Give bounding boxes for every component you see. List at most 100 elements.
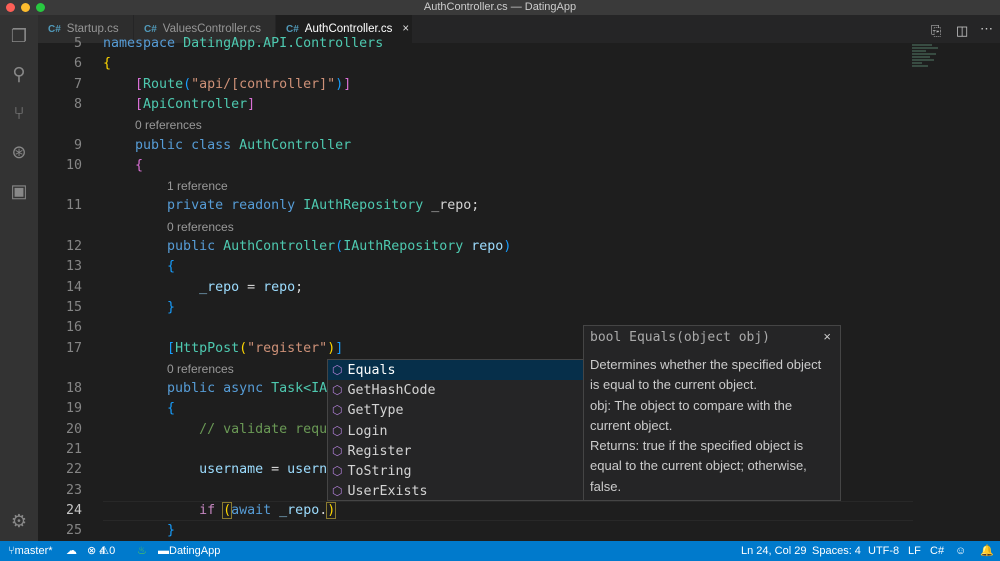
gear-icon[interactable]: ⚙ <box>8 510 30 532</box>
code-line[interactable]: 14 _repo = repo; <box>38 278 913 298</box>
source-control-icon[interactable]: ⑂ <box>8 102 30 124</box>
notifications-icon[interactable]: 🔔 <box>980 541 994 561</box>
method-cube-icon: ⬡ <box>332 484 343 499</box>
code-line[interactable]: 10 { <box>38 156 913 176</box>
suggestion-item[interactable]: ⬡ UserExists <box>328 481 583 501</box>
code-line[interactable]: 12 public AuthController(IAuthRepository… <box>38 237 913 257</box>
maximize-window-button[interactable] <box>36 3 45 12</box>
code-token: ) <box>503 239 512 254</box>
minimize-window-button[interactable] <box>21 3 30 12</box>
suggestion-label: Login <box>347 423 388 439</box>
line-number: 14 <box>65 279 82 295</box>
code-token: IAuthRepository <box>343 239 472 254</box>
references-link[interactable]: 1 reference <box>167 176 228 196</box>
language-mode[interactable]: C# <box>930 541 944 561</box>
title-bar: AuthController.cs — DatingApp <box>0 0 1000 15</box>
references-link[interactable]: 0 references <box>167 359 234 379</box>
line-ending[interactable]: LF <box>908 541 921 561</box>
code-text: private readonly IAuthRepository _repo; <box>103 196 479 216</box>
branch-indicator[interactable]: ⑂ master* <box>8 541 53 561</box>
suggestion-item[interactable]: ⬡ ToString <box>328 461 583 481</box>
code-token: usern <box>287 462 328 478</box>
suggestion-label: Equals <box>347 363 396 378</box>
flame-icon[interactable]: ♨ <box>137 541 147 561</box>
close-window-button[interactable] <box>6 3 15 12</box>
method-cube-icon: ⬡ <box>332 423 343 438</box>
suggestion-item[interactable]: ⬡ Login <box>328 421 583 441</box>
code-text: { <box>103 399 175 419</box>
line-number: 16 <box>65 320 82 336</box>
indentation[interactable]: Spaces: 4 <box>812 541 861 561</box>
suggestion-label: GetType <box>347 403 404 419</box>
project-name: DatingApp <box>169 545 221 557</box>
code-line[interactable]: 7 [Route("api/[controller]")] <box>38 75 913 95</box>
code-text: { <box>103 54 111 74</box>
code-token: ] <box>343 76 352 92</box>
code-line[interactable]: 15 } <box>38 298 913 318</box>
line-number: 15 <box>65 299 82 315</box>
cursor-position[interactable]: Ln 24, Col 29 <box>741 541 806 561</box>
line-number: 21 <box>65 442 82 457</box>
code-token: if <box>199 502 224 518</box>
code-token: ( <box>239 340 248 356</box>
code-line[interactable]: 9 public class AuthController <box>38 136 913 156</box>
code-token: ( <box>222 501 233 519</box>
code-line[interactable]: 25 } <box>38 521 913 541</box>
code-text: [ApiController] <box>103 95 255 115</box>
close-icon[interactable]: × <box>823 329 831 344</box>
suggestion-widget: ⬡ Equals ⬡ GetHashCode ⬡ GetType ⬡ Login ⬡ Regist… <box>327 359 584 501</box>
problems-indicator[interactable]: ⊗ 4 ⚠ 0 <box>87 541 115 561</box>
code-token: = <box>263 462 288 478</box>
codelens-references[interactable]: 0 references <box>38 115 913 135</box>
codelens-references[interactable]: 1 reference <box>38 176 913 196</box>
line-number: 20 <box>65 421 82 437</box>
line-number: 25 <box>65 523 82 539</box>
debug-icon[interactable]: ⊛ <box>8 141 30 163</box>
code-token: AuthController <box>239 137 352 153</box>
line-number: 23 <box>65 482 82 498</box>
line-number: 10 <box>65 157 82 173</box>
extensions-icon[interactable]: ▣ <box>8 180 30 202</box>
code-token: "api/[controller]" <box>191 76 336 92</box>
search-icon[interactable]: ⚲ <box>8 63 30 85</box>
code-line[interactable]: 13 { <box>38 257 913 277</box>
suggestion-item[interactable]: ⬡ GetType <box>328 400 583 420</box>
sync-icon[interactable]: ☁ <box>66 541 77 561</box>
suggestion-item[interactable]: ⬡ Equals <box>328 360 583 381</box>
code-text: _repo = repo; <box>103 278 303 298</box>
code-token: ] <box>335 340 344 356</box>
references-link[interactable]: 0 references <box>167 217 234 237</box>
code-token: // validate requ <box>199 421 328 437</box>
code-token: _repo <box>199 279 240 295</box>
code-text: namespace DatingApp.API.Controllers <box>103 34 383 54</box>
code-line[interactable]: 8 [ApiController] <box>38 95 913 115</box>
code-token: namespace <box>103 36 184 51</box>
explorer-icon[interactable]: ❐ <box>8 25 30 47</box>
minimap[interactable] <box>912 44 942 84</box>
codelens-references[interactable]: 0 references <box>38 217 913 237</box>
code-line[interactable]: 5 namespace DatingApp.API.Controllers <box>38 34 913 54</box>
suggestion-item[interactable]: ⬡ Register <box>328 441 583 461</box>
code-line[interactable]: 24 if (await _repo.) <box>38 500 913 522</box>
error-count: 4 <box>99 545 106 557</box>
method-cube-icon: ⬡ <box>332 463 343 478</box>
method-cube-icon: ⬡ <box>332 363 343 377</box>
feedback-icon[interactable]: ☺ <box>955 541 966 561</box>
suggestion-label: GetHashCode <box>347 383 436 399</box>
project-indicator[interactable]: ▬ DatingApp <box>158 541 220 561</box>
code-text: [HttpPost("register")] <box>103 339 343 359</box>
code-token: DatingApp.API.Controllers <box>183 36 384 51</box>
references-link[interactable]: 0 references <box>135 115 202 135</box>
code-line[interactable]: 11 private readonly IAuthRepository _rep… <box>38 196 913 216</box>
code-line[interactable]: 6{ <box>38 54 913 74</box>
suggestion-item[interactable]: ⬡ GetHashCode <box>328 380 583 400</box>
code-token: public class <box>135 137 240 153</box>
encoding[interactable]: UTF-8 <box>868 541 899 561</box>
code-token: { <box>135 157 144 173</box>
